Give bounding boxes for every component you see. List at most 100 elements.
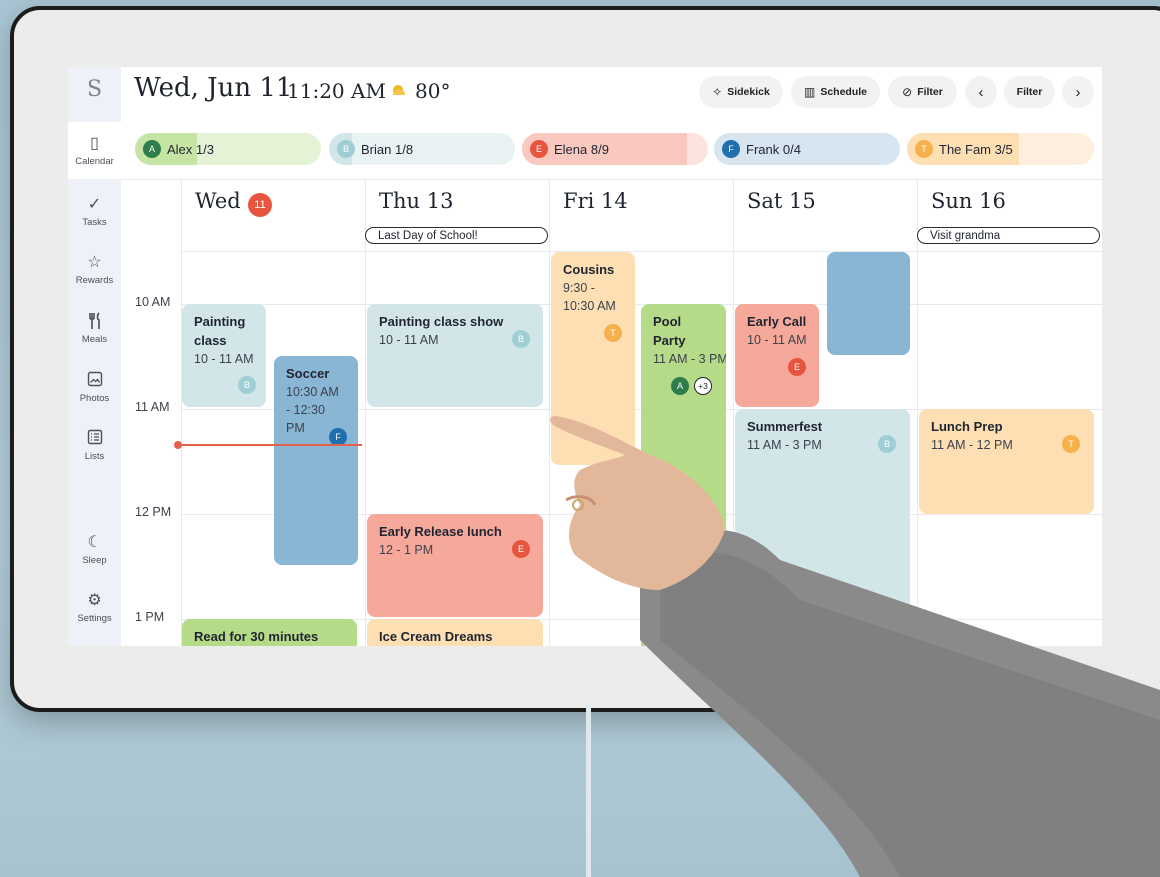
avatar: F <box>722 140 740 158</box>
sidebar: S ▯ Calendar ✓ Tasks ☆ Rewards Meals Pho… <box>68 67 121 646</box>
grid-line <box>917 179 918 646</box>
sidebar-item-calendar[interactable]: ▯ Calendar <box>68 122 121 179</box>
star-icon: ☆ <box>87 254 102 271</box>
day-header-fri[interactable]: Fri 14 <box>563 189 628 213</box>
sidebar-item-label: Calendar <box>75 156 114 167</box>
gear-icon: ⚙ <box>87 592 102 609</box>
sidebar-item-meals[interactable]: Meals <box>68 312 121 345</box>
sidebar-item-rewards[interactable]: ☆ Rewards <box>68 253 121 286</box>
all-day-event[interactable]: Last Day of School! <box>365 227 548 244</box>
moon-icon: ☾ <box>87 534 102 551</box>
grid-line <box>181 304 1102 305</box>
app-logo: S <box>86 77 103 102</box>
member-name: Alex <box>167 141 193 157</box>
sparkle-icon: ✧ <box>712 85 723 99</box>
event-time: 11 AM - 12 PM <box>931 438 1013 452</box>
sidebar-item-label: Tasks <box>82 217 107 228</box>
sidebar-item-settings[interactable]: ⚙ Settings <box>68 591 121 624</box>
event-time: 11 AM - 3 PM <box>653 352 726 366</box>
avatar: T <box>604 324 622 342</box>
member-progress: 3/5 <box>994 141 1013 157</box>
avatar: T <box>915 140 933 158</box>
event-untitled-blue[interactable] <box>827 252 910 355</box>
event-painting-show[interactable]: Painting class show 10 - 11 AM B <box>367 304 543 407</box>
sidebar-item-label: Lists <box>84 451 105 462</box>
grid-line <box>733 179 734 646</box>
member-progress: 1/8 <box>394 141 414 157</box>
time-label: 12 PM <box>135 505 172 519</box>
day-header-thu[interactable]: Thu 13 <box>379 189 453 213</box>
member-name: Elena <box>554 141 588 157</box>
event-title: Painting class show <box>379 314 504 329</box>
avatar: B <box>238 376 256 394</box>
member-pill-brian[interactable]: B Brian 1/8 <box>329 133 515 165</box>
day-header-sun[interactable]: Sun 16 <box>931 189 1006 213</box>
member-pill-elena[interactable]: E Elena 8/9 <box>522 133 708 165</box>
sidekick-button[interactable]: ✧ Sidekick <box>699 76 783 108</box>
event-read[interactable]: Read for 30 minutes <box>182 619 357 646</box>
event-title: Pool Party <box>653 314 686 348</box>
member-progress: 0/4 <box>782 141 801 157</box>
day-header-sat[interactable]: Sat 15 <box>747 189 816 213</box>
event-lunch-prep[interactable]: Lunch Prep 11 AM - 12 PM T <box>919 409 1094 514</box>
schedule-button[interactable]: ▥ Schedule <box>791 76 880 108</box>
grid-line <box>121 179 1102 180</box>
event-title: Read for 30 minutes <box>194 629 319 644</box>
member-progress: 1/3 <box>195 141 214 157</box>
event-time: 10 - 11 AM <box>379 333 439 347</box>
power-cable <box>586 706 591 877</box>
current-time-indicator <box>178 444 362 446</box>
more-attendees-badge[interactable]: +3 <box>694 377 712 395</box>
sidebar-item-lists[interactable]: Lists <box>68 429 121 462</box>
next-week-button[interactable]: › <box>1062 76 1094 108</box>
grid-line <box>365 179 366 646</box>
check-icon: ✓ <box>87 196 102 213</box>
event-early-release[interactable]: Early Release lunch 12 - 1 PM E <box>367 514 543 617</box>
day-header-wed[interactable]: Wed <box>195 189 241 213</box>
member-pill-the-fam[interactable]: T The Fam 3/5 <box>907 133 1094 165</box>
time-label: 11 AM <box>135 400 170 414</box>
member-pill-alex[interactable]: A Alex 1/3 <box>135 133 321 165</box>
event-title: Early Release lunch <box>379 524 502 539</box>
event-early-call[interactable]: Early Call 10 - 11 AM E <box>735 304 819 407</box>
event-soccer[interactable]: Soccer 10:30 AM - 12:30 PM F <box>274 356 358 565</box>
sidebar-item-label: Meals <box>81 334 108 345</box>
chevron-right-icon: › <box>1075 83 1081 101</box>
prev-week-button[interactable]: ‹ <box>965 76 997 108</box>
sidekick-label: Sidekick <box>727 86 770 98</box>
all-day-event[interactable]: Visit grandma <box>917 227 1100 244</box>
sidebar-item-sleep[interactable]: ☾ Sleep <box>68 533 121 566</box>
avatar: E <box>512 540 530 558</box>
member-progress: 8/9 <box>590 141 609 157</box>
list-icon <box>68 429 121 449</box>
filter-button-secondary[interactable]: Filter <box>1004 76 1055 108</box>
avatar: B <box>337 140 355 158</box>
sidebar-item-label: Photos <box>79 393 110 404</box>
sidebar-item-tasks[interactable]: ✓ Tasks <box>68 195 121 228</box>
event-cousins[interactable]: Cousins 9:30 - 10:30 AM T <box>551 252 635 465</box>
grid-line <box>181 179 182 646</box>
avatar: B <box>512 330 530 348</box>
member-pill-frank[interactable]: F Frank 0/4 <box>714 133 900 165</box>
event-summerfest[interactable]: Summerfest 11 AM - 3 PM B <box>735 409 910 646</box>
event-painting-class[interactable]: Painting class 10 - 11 AM B <box>182 304 266 407</box>
event-time: 10 - 11 AM <box>194 352 254 366</box>
chevron-left-icon: ‹ <box>978 83 984 101</box>
filter-button[interactable]: ⊘ Filter <box>888 76 957 108</box>
avatar: E <box>530 140 548 158</box>
event-title: Ice Cream Dreams <box>379 629 493 644</box>
avatar: A <box>671 377 689 395</box>
event-pool-party[interactable]: Pool Party 11 AM - 3 PM A +3 <box>641 304 726 646</box>
event-title: Cousins <box>563 262 615 277</box>
event-ice-cream[interactable]: Ice Cream Dreams <box>367 619 543 646</box>
eye-off-icon: ⊘ <box>902 85 913 99</box>
avatar: T <box>1062 435 1080 453</box>
grid-line <box>181 251 1102 252</box>
sidebar-item-photos[interactable]: Photos <box>68 371 121 404</box>
event-time: 11 AM - 3 PM <box>747 438 822 452</box>
time-label: 10 AM <box>135 295 171 309</box>
sidebar-item-label: Settings <box>77 613 112 624</box>
today-badge: 11 <box>248 193 272 217</box>
member-name: Brian <box>361 141 392 157</box>
sidebar-item-label: Rewards <box>75 275 114 286</box>
